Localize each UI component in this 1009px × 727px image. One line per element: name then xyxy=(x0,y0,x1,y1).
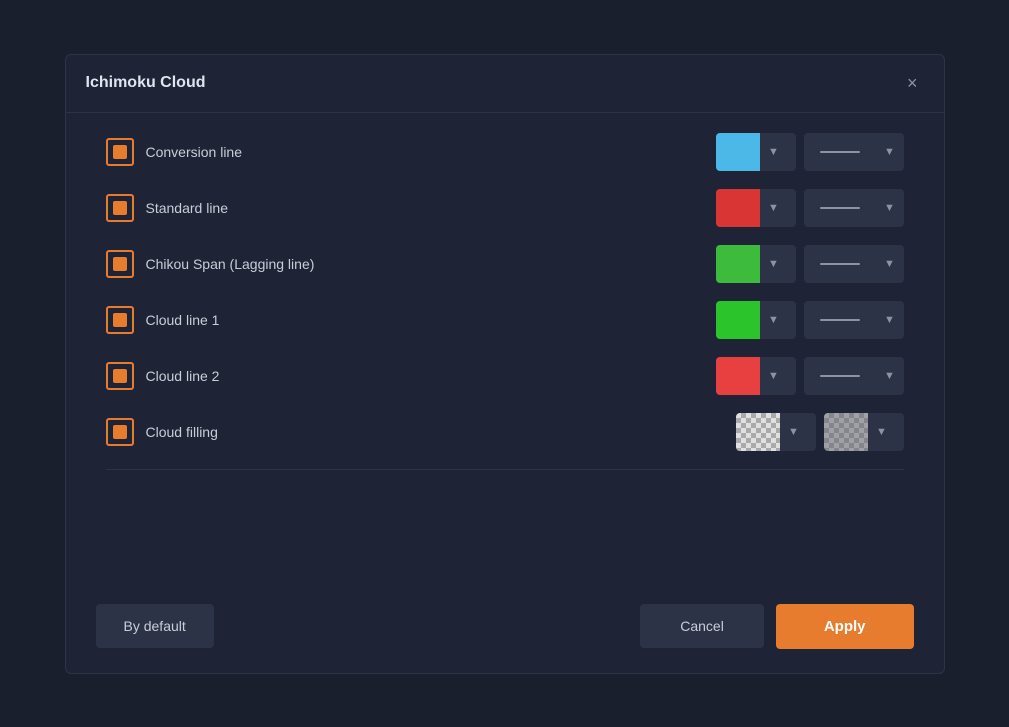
color-picker-chikou-span[interactable]: ▼ xyxy=(716,245,796,283)
color-swatch-conversion-line xyxy=(716,133,760,171)
label-cloud-line-1: Cloud line 1 xyxy=(146,312,704,328)
color-picker-cloud-line-2[interactable]: ▼ xyxy=(716,357,796,395)
chevron-down-icon[interactable]: ▼ xyxy=(760,301,788,339)
checkbox-cloud-line-2[interactable] xyxy=(106,362,134,390)
line-preview xyxy=(804,245,876,283)
color-swatch-cloud-filling-2 xyxy=(824,413,868,451)
dash-line xyxy=(820,151,860,153)
color-picker-standard-line[interactable]: ▼ xyxy=(716,189,796,227)
dash-line xyxy=(820,207,860,209)
controls-conversion-line: ▼ ▼ xyxy=(716,133,904,171)
color-picker-conversion-line[interactable]: ▼ xyxy=(716,133,796,171)
checkbox-inner xyxy=(113,313,127,327)
label-conversion-line: Conversion line xyxy=(146,144,704,160)
color-picker-cloud-line-1[interactable]: ▼ xyxy=(716,301,796,339)
controls-chikou-span: ▼ ▼ xyxy=(716,245,904,283)
line-preview xyxy=(804,133,876,171)
color-picker-cloud-filling-2[interactable]: ▼ xyxy=(824,413,904,451)
checkbox-conversion-line[interactable] xyxy=(106,138,134,166)
line-style-standard-line[interactable]: ▼ xyxy=(804,189,904,227)
chevron-down-icon[interactable]: ▼ xyxy=(760,357,788,395)
chevron-down-icon[interactable]: ▼ xyxy=(868,413,896,451)
row-cloud-line-2: Cloud line 2 ▼ ▼ xyxy=(106,357,904,395)
line-style-chikou-span[interactable]: ▼ xyxy=(804,245,904,283)
checkbox-cloud-filling[interactable] xyxy=(106,418,134,446)
line-style-conversion-line[interactable]: ▼ xyxy=(804,133,904,171)
chevron-down-icon[interactable]: ▼ xyxy=(760,245,788,283)
dash-line xyxy=(820,319,860,321)
checkbox-inner xyxy=(113,257,127,271)
row-standard-line: Standard line ▼ ▼ xyxy=(106,189,904,227)
line-style-cloud-line-2[interactable]: ▼ xyxy=(804,357,904,395)
checkbox-cloud-line-1[interactable] xyxy=(106,306,134,334)
divider xyxy=(106,469,904,470)
row-cloud-line-1: Cloud line 1 ▼ ▼ xyxy=(106,301,904,339)
controls-cloud-line-1: ▼ ▼ xyxy=(716,301,904,339)
chevron-down-icon[interactable]: ▼ xyxy=(876,301,904,339)
row-conversion-line: Conversion line ▼ ▼ xyxy=(106,133,904,171)
close-button[interactable]: × xyxy=(901,71,924,96)
checkbox-inner xyxy=(113,425,127,439)
line-preview xyxy=(804,357,876,395)
dash-line xyxy=(820,375,860,377)
dialog-title: Ichimoku Cloud xyxy=(86,74,206,92)
line-preview xyxy=(804,301,876,339)
color-swatch-cloud-filling-1 xyxy=(736,413,780,451)
checkbox-standard-line[interactable] xyxy=(106,194,134,222)
chevron-down-icon[interactable]: ▼ xyxy=(876,245,904,283)
label-cloud-line-2: Cloud line 2 xyxy=(146,368,704,384)
cancel-button[interactable]: Cancel xyxy=(640,604,764,648)
checkbox-inner xyxy=(113,145,127,159)
checkbox-chikou-span[interactable] xyxy=(106,250,134,278)
apply-button[interactable]: Apply xyxy=(776,604,914,649)
dash-line xyxy=(820,263,860,265)
by-default-button[interactable]: By default xyxy=(96,604,214,648)
label-chikou-span: Chikou Span (Lagging line) xyxy=(146,256,704,272)
dialog-body: Conversion line ▼ ▼ Standard line xyxy=(66,113,944,588)
chevron-down-icon[interactable]: ▼ xyxy=(760,133,788,171)
checkbox-inner xyxy=(113,369,127,383)
row-chikou-span: Chikou Span (Lagging line) ▼ ▼ xyxy=(106,245,904,283)
line-style-cloud-line-1[interactable]: ▼ xyxy=(804,301,904,339)
ichimoku-cloud-dialog: Ichimoku Cloud × Conversion line ▼ ▼ xyxy=(65,54,945,674)
dialog-header: Ichimoku Cloud × xyxy=(66,55,944,113)
dialog-footer: By default Cancel Apply xyxy=(66,588,944,673)
chevron-down-icon[interactable]: ▼ xyxy=(876,357,904,395)
controls-cloud-filling: ▼ ▼ xyxy=(736,413,904,451)
chevron-down-icon[interactable]: ▼ xyxy=(876,133,904,171)
controls-cloud-line-2: ▼ ▼ xyxy=(716,357,904,395)
label-cloud-filling: Cloud filling xyxy=(146,424,724,440)
chevron-down-icon[interactable]: ▼ xyxy=(876,189,904,227)
label-standard-line: Standard line xyxy=(146,200,704,216)
chevron-down-icon[interactable]: ▼ xyxy=(760,189,788,227)
chevron-down-icon[interactable]: ▼ xyxy=(780,413,808,451)
color-picker-cloud-filling-1[interactable]: ▼ xyxy=(736,413,816,451)
checkbox-inner xyxy=(113,201,127,215)
color-swatch-cloud-line-1 xyxy=(716,301,760,339)
line-preview xyxy=(804,189,876,227)
color-swatch-chikou-span xyxy=(716,245,760,283)
color-swatch-cloud-line-2 xyxy=(716,357,760,395)
controls-standard-line: ▼ ▼ xyxy=(716,189,904,227)
color-swatch-standard-line xyxy=(716,189,760,227)
row-cloud-filling: Cloud filling ▼ ▼ xyxy=(106,413,904,451)
